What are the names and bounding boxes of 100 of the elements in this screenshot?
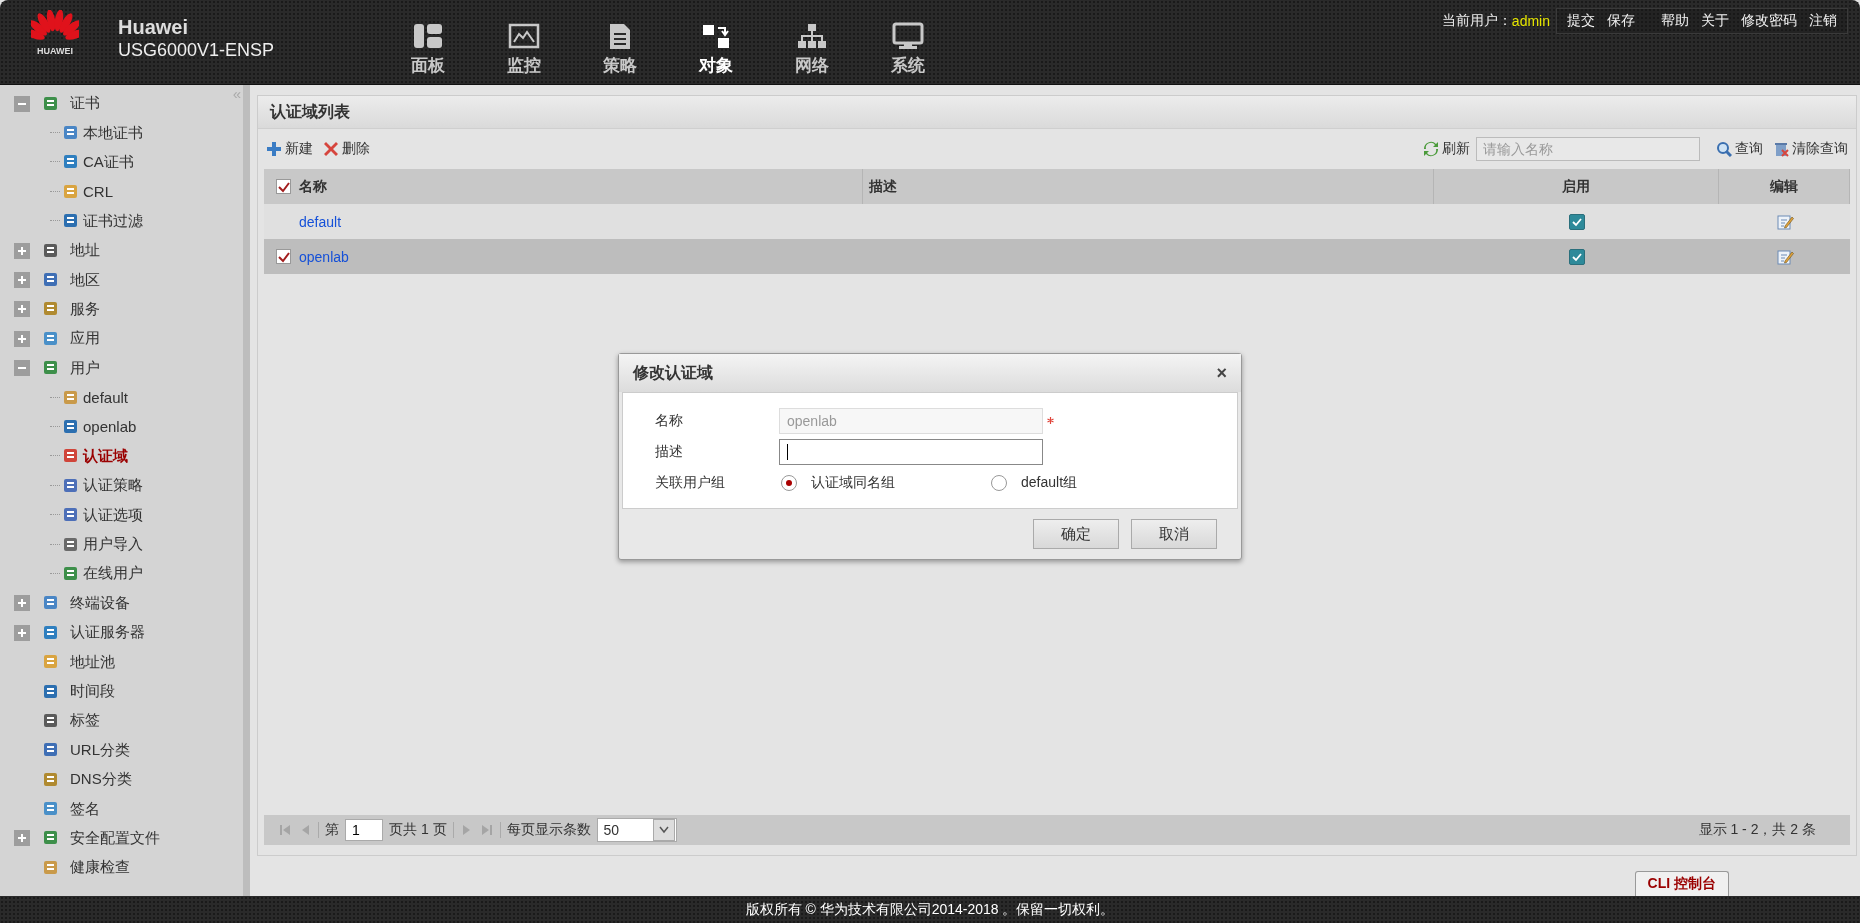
radio-option[interactable]: default组 (989, 473, 1199, 492)
top-link[interactable]: 保存 (1601, 12, 1641, 30)
tree-item[interactable]: default (83, 389, 129, 407)
checkbox[interactable] (276, 179, 291, 194)
pager-summary: 显示 1 - 2，共 2 条 (1698, 821, 1816, 839)
tree-item[interactable]: 地区 (70, 270, 100, 290)
top-link[interactable]: 修改密码 (1735, 12, 1803, 30)
nav-tab[interactable]: 监控 (476, 0, 572, 77)
tree-item[interactable]: openlab (83, 418, 137, 436)
last-page-icon[interactable] (479, 823, 494, 837)
top-link[interactable]: 注销 (1803, 12, 1843, 30)
top-link[interactable]: 提交 (1561, 12, 1601, 30)
clear-query-button[interactable]: 清除查询 (1773, 140, 1848, 158)
tree-item[interactable]: 认证策略 (83, 476, 143, 496)
tree-item[interactable]: 证书过滤 (83, 211, 143, 231)
tree-item[interactable]: 用户导入 (83, 535, 143, 555)
table-row[interactable]: default (264, 204, 1850, 239)
enabled-checkbox[interactable] (1568, 248, 1585, 265)
checkbox[interactable] (276, 249, 291, 264)
search-field[interactable]: 请输入名称 (1476, 137, 1700, 161)
expand-toggle[interactable] (14, 624, 30, 641)
tree-item[interactable]: 认证域 (83, 446, 128, 466)
brand-name: Huawei (118, 16, 190, 39)
radio-button[interactable] (781, 474, 797, 491)
expand-toggle[interactable] (14, 95, 30, 112)
item-icon (42, 623, 60, 642)
check-icon (277, 180, 290, 193)
new-button[interactable]: 新建 (266, 140, 313, 158)
expand-toggle[interactable] (14, 830, 30, 847)
item-icon (62, 564, 80, 583)
page-number-field[interactable]: 1 (345, 819, 383, 841)
field-label: 描述 (655, 442, 684, 461)
delete-button[interactable]: 删除 (323, 140, 370, 158)
check-icon (1571, 216, 1582, 227)
radio-option[interactable]: 认证域同名组 (779, 473, 989, 492)
edit-icon[interactable] (1775, 212, 1794, 231)
item-icon (62, 535, 80, 554)
tree-item[interactable]: 在线用户 (83, 564, 143, 584)
item-icon (42, 682, 60, 701)
expand-toggle[interactable] (14, 330, 30, 347)
item-icon (42, 858, 60, 877)
page-size-dropdown[interactable]: 50 (596, 818, 677, 842)
refresh-button[interactable]: 刷新 (1423, 140, 1470, 158)
tree-item[interactable]: CRL (83, 183, 113, 201)
table-row[interactable]: openlab (264, 239, 1850, 274)
first-page-icon[interactable] (278, 823, 292, 837)
top-link[interactable]: 帮助 (1655, 12, 1695, 30)
text-field[interactable] (779, 438, 1043, 465)
enabled-checkbox[interactable] (1568, 213, 1585, 230)
tree-item[interactable]: URL分类 (70, 740, 130, 760)
pager-label: 每页显示条数 (506, 821, 591, 839)
check-icon (1571, 251, 1582, 262)
plus-icon (16, 597, 28, 610)
nav-tab[interactable]: 面板 (380, 0, 476, 77)
tree-item[interactable]: 本地证书 (83, 123, 143, 143)
dashboard-icon (412, 22, 444, 50)
tree-item[interactable]: 安全配置文件 (70, 828, 160, 848)
nav-tab[interactable]: 系统 (860, 0, 956, 77)
tree-item[interactable]: 健康检查 (70, 858, 130, 878)
edit-icon[interactable] (1775, 247, 1794, 266)
nav-tab[interactable]: 网络 (764, 0, 860, 77)
tree-item[interactable]: 地址池 (70, 652, 115, 672)
field-label: 关联用户组 (655, 473, 726, 492)
item-icon (42, 94, 60, 113)
tree-item[interactable]: 认证选项 (83, 505, 143, 525)
tree-item[interactable]: CA证书 (83, 152, 134, 172)
tree-item[interactable]: 终端设备 (70, 593, 130, 613)
query-button[interactable]: 查询 (1716, 140, 1763, 158)
top-link[interactable]: 关于 (1695, 12, 1735, 30)
dialog-button[interactable]: 取消 (1131, 519, 1217, 549)
dialog-title: 修改认证域 (633, 362, 713, 383)
plus-icon (16, 626, 28, 639)
expand-toggle[interactable] (14, 301, 30, 318)
nav-tab[interactable]: 对象 (668, 0, 764, 77)
plus-icon (266, 141, 282, 157)
name-link[interactable]: default (299, 213, 342, 230)
device-model: USG6000V1-ENSP (118, 40, 276, 61)
tree-item[interactable]: 认证服务器 (70, 623, 145, 643)
close-button[interactable]: × (1216, 362, 1227, 384)
radio-button[interactable] (991, 474, 1007, 491)
tree-item[interactable]: DNS分类 (70, 770, 132, 790)
expand-toggle[interactable] (14, 595, 30, 612)
expand-toggle[interactable] (14, 242, 30, 259)
tree-item[interactable]: 服务 (70, 299, 100, 319)
dialog-button[interactable]: 确定 (1033, 519, 1119, 549)
tree-item[interactable]: 用户 (70, 358, 100, 378)
tree-item[interactable]: 应用 (70, 329, 100, 349)
pager-label: 页共 1 页 (389, 821, 447, 839)
item-icon (62, 476, 80, 495)
nav-tab[interactable]: 策略 (572, 0, 668, 77)
expand-toggle[interactable] (14, 360, 30, 377)
tree-item[interactable]: 签名 (70, 799, 100, 819)
tree-item[interactable]: 时间段 (70, 682, 115, 701)
name-link[interactable]: openlab (299, 248, 349, 265)
tree-item[interactable]: 标签 (70, 711, 100, 731)
cli-console-tab[interactable]: CLI 控制台 (1634, 871, 1729, 896)
tree-item[interactable]: 地址 (70, 241, 100, 261)
tree-item[interactable]: 证书 (70, 94, 100, 114)
objects-icon (700, 22, 732, 50)
expand-toggle[interactable] (14, 272, 30, 289)
